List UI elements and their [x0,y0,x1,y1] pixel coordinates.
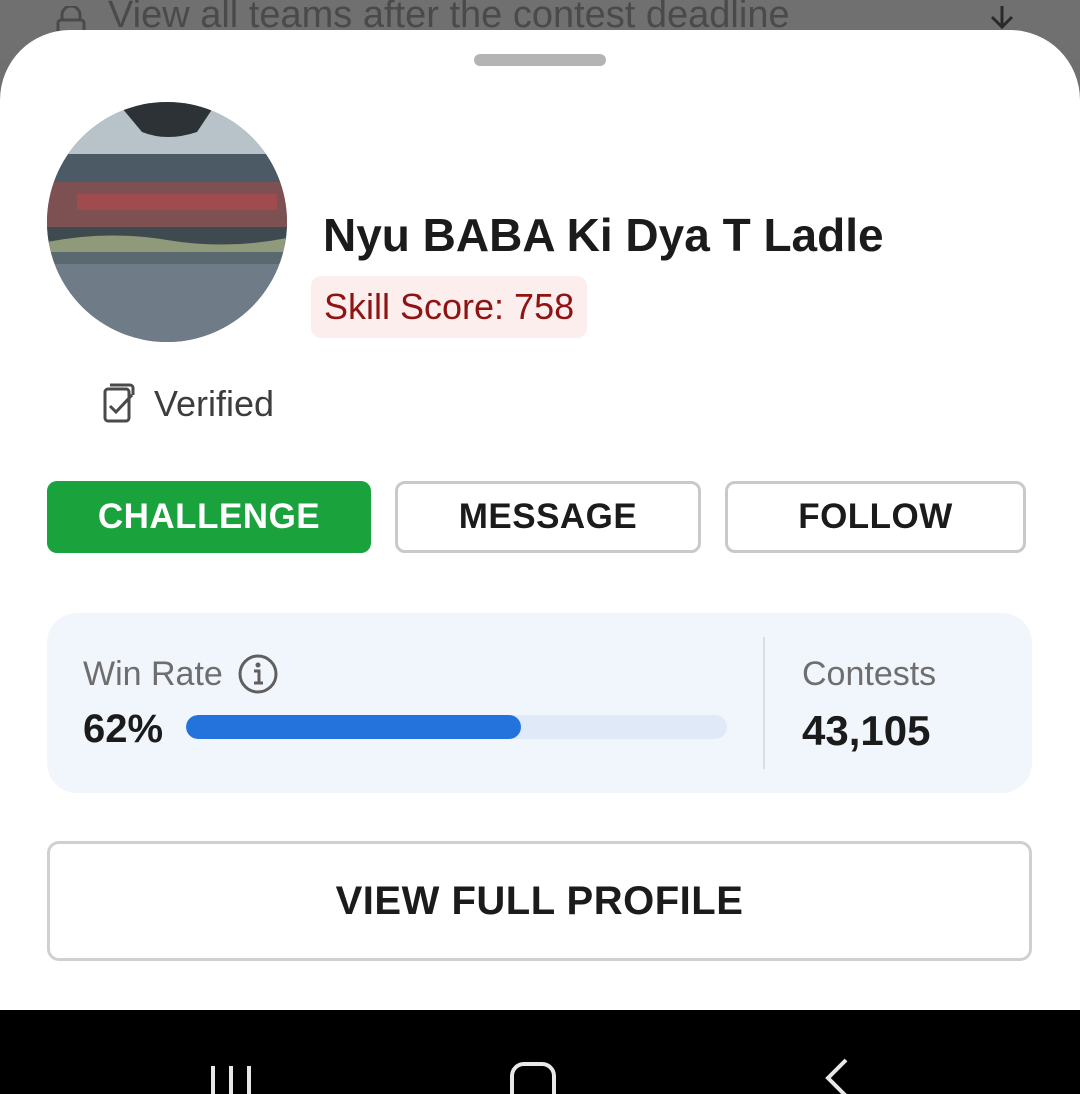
profile-name: Nyu BABA Ki Dya T Ladle [323,209,884,261]
message-button[interactable]: MESSAGE [395,481,701,553]
win-rate-progress-fill [186,715,522,739]
view-full-profile-button[interactable]: VIEW FULL PROFILE [47,841,1032,961]
verified-status: Verified [102,382,274,426]
recent-apps-icon[interactable] [208,1062,254,1094]
verified-document-icon [103,383,135,423]
system-navigation-bar [0,1010,1080,1094]
profile-bottom-sheet: Nyu BABA Ki Dya T Ladle Skill Score: 758… [0,30,1080,1010]
home-icon[interactable] [508,1060,558,1094]
verified-label: Verified [154,383,275,424]
stats-card: Win Rate 62% Contests 43,105 [47,613,1032,793]
avatar-photo [47,102,287,342]
follow-button[interactable]: FOLLOW [725,481,1026,553]
skill-score-badge: Skill Score: 758 [311,276,588,338]
avatar [47,102,287,342]
win-rate-label: Win Rate [83,654,223,693]
back-icon[interactable] [822,1058,852,1094]
contests-value: 43,105 [802,707,931,754]
win-rate-value: 62% [83,707,164,751]
contests-label: Contests [802,655,937,693]
drag-handle[interactable] [474,54,606,66]
win-rate-header: Win Rate [83,653,279,695]
challenge-button[interactable]: CHALLENGE [47,481,371,553]
stats-divider [763,637,765,769]
info-icon[interactable] [237,653,279,695]
win-rate-progress-bar [186,715,727,739]
